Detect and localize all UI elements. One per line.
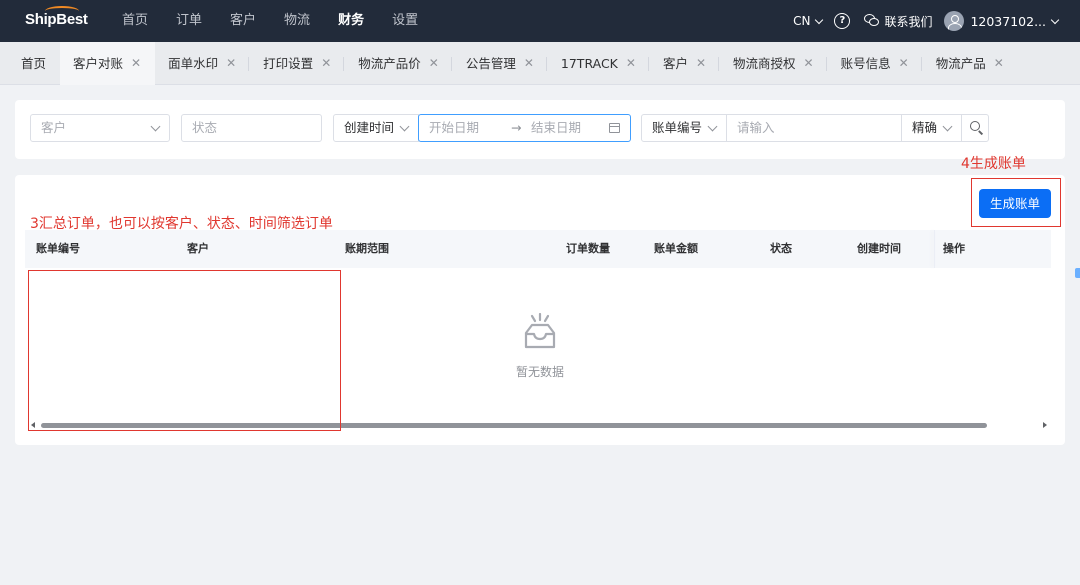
close-icon[interactable]: ✕ bbox=[899, 42, 909, 85]
tab-home[interactable]: 首页 bbox=[8, 42, 60, 85]
close-icon[interactable]: ✕ bbox=[429, 42, 439, 85]
tab-17track[interactable]: 17TRACK ✕ bbox=[548, 42, 650, 85]
annotation-step4-box bbox=[971, 178, 1061, 227]
column-header-customer[interactable]: 客户 bbox=[187, 230, 209, 268]
close-icon[interactable]: ✕ bbox=[626, 42, 636, 85]
chevron-down-icon bbox=[815, 15, 824, 24]
help-icon[interactable]: ? bbox=[834, 13, 851, 29]
close-icon[interactable]: ✕ bbox=[804, 42, 814, 85]
tab-customer-reconciliation[interactable]: 客户对账 ✕ bbox=[60, 42, 156, 85]
menu-item-home[interactable]: 首页 bbox=[122, 0, 148, 42]
search-icon bbox=[970, 121, 980, 131]
scroll-right-icon[interactable] bbox=[1043, 422, 1047, 428]
tabs-bar: 首页 客户对账 ✕ 面单水印 ✕ 打印设置 ✕ 物流产品价 ✕ 公告管理 ✕ 17TRAC… bbox=[0, 42, 1080, 85]
close-icon[interactable]: ✕ bbox=[524, 42, 534, 85]
tab-label: 打印设置 bbox=[263, 56, 314, 71]
tab-label: 17TRACK bbox=[560, 56, 618, 71]
tab-label: 首页 bbox=[21, 56, 47, 71]
user-menu[interactable]: 12037102... bbox=[944, 11, 1060, 31]
username: 12037102... bbox=[970, 13, 1046, 29]
fixed-column-divider bbox=[934, 230, 935, 268]
filter-panel: 客户 状态 创建时间 开始日期 → 结束日期 账单编号 请输入 精确 bbox=[15, 100, 1065, 159]
column-header-amount[interactable]: 账单金额 bbox=[654, 230, 698, 268]
search-button[interactable] bbox=[961, 114, 989, 142]
chevron-down-icon bbox=[942, 121, 953, 132]
time-type-value: 创建时间 bbox=[344, 120, 395, 135]
field-type-select[interactable]: 账单编号 bbox=[641, 114, 727, 142]
menu-item-logistics[interactable]: 物流 bbox=[284, 0, 310, 42]
column-header-order-count[interactable]: 订单数量 bbox=[566, 230, 610, 268]
column-header-actions[interactable]: 操作 bbox=[943, 230, 965, 268]
close-icon[interactable]: ✕ bbox=[994, 42, 1004, 85]
range-arrow-icon: → bbox=[511, 120, 522, 135]
shipbest-logo[interactable]: ShipBest bbox=[25, 6, 88, 28]
language-label: CN bbox=[793, 14, 811, 28]
menu-item-customers[interactable]: 客户 bbox=[230, 0, 256, 42]
close-icon[interactable]: ✕ bbox=[226, 42, 236, 85]
main-menu: 首页 订单 客户 物流 财务 设置 bbox=[122, 0, 446, 42]
tab-label: 公告管理 bbox=[465, 56, 516, 71]
top-right-tools: CN ? 联系我们 12037102... bbox=[793, 0, 1060, 42]
menu-item-finance[interactable]: 财务 bbox=[338, 0, 364, 42]
empty-state: 暂无数据 bbox=[500, 312, 580, 380]
calendar-icon bbox=[609, 123, 620, 133]
close-icon[interactable]: ✕ bbox=[696, 42, 706, 85]
tab-carrier-authorization[interactable]: 物流商授权 ✕ bbox=[720, 42, 828, 85]
annotation-step3-box bbox=[28, 270, 341, 431]
time-type-select[interactable]: 创建时间 bbox=[333, 114, 419, 142]
language-switcher[interactable]: CN bbox=[793, 14, 824, 28]
end-date-placeholder: 结束日期 bbox=[531, 120, 582, 135]
tab-logistics-product-price[interactable]: 物流产品价 ✕ bbox=[345, 42, 453, 85]
match-mode-select[interactable]: 精确 bbox=[901, 114, 962, 142]
tab-print-settings[interactable]: 打印设置 ✕ bbox=[250, 42, 345, 85]
column-header-status[interactable]: 状态 bbox=[770, 230, 792, 268]
tab-label: 客户 bbox=[662, 56, 688, 71]
tab-label: 物流产品价 bbox=[358, 56, 421, 71]
match-mode-value: 精确 bbox=[912, 120, 938, 135]
menu-item-settings[interactable]: 设置 bbox=[392, 0, 418, 42]
column-header-period[interactable]: 账期范围 bbox=[345, 230, 389, 268]
close-icon[interactable]: ✕ bbox=[321, 42, 331, 85]
top-navbar: ShipBest 首页 订单 客户 物流 财务 设置 CN ? 联系我们 120… bbox=[0, 0, 1080, 42]
chevron-down-icon bbox=[707, 121, 718, 132]
annotation-step3-text: 3汇总订单，也可以按客户、状态、时间筛选订单 bbox=[30, 216, 333, 232]
contact-us-link[interactable]: 联系我们 bbox=[864, 13, 932, 30]
column-header-created-time[interactable]: 创建时间 bbox=[857, 230, 901, 268]
table-header: 账单编号 客户 账期范围 订单数量 账单金额 状态 创建时间 操作 bbox=[25, 230, 1051, 268]
date-range-picker[interactable]: 开始日期 → 结束日期 bbox=[418, 114, 631, 142]
tab-announcements[interactable]: 公告管理 ✕ bbox=[453, 42, 548, 85]
avatar bbox=[944, 11, 965, 31]
start-date-placeholder: 开始日期 bbox=[429, 120, 480, 135]
customer-placeholder: 客户 bbox=[41, 120, 67, 135]
status-placeholder: 状态 bbox=[192, 120, 218, 135]
chevron-down-icon bbox=[399, 121, 410, 132]
annotation-step4-text: 4生成账单 bbox=[961, 156, 1026, 172]
tab-account-info[interactable]: 账号信息 ✕ bbox=[828, 42, 923, 85]
keyword-placeholder: 请输入 bbox=[737, 120, 775, 135]
chevron-down-icon bbox=[1050, 15, 1060, 24]
tab-label: 面单水印 bbox=[168, 56, 219, 71]
empty-inbox-icon bbox=[524, 312, 556, 349]
close-icon[interactable]: ✕ bbox=[131, 42, 141, 85]
column-header-bill-no[interactable]: 账单编号 bbox=[36, 230, 80, 268]
empty-state-text: 暂无数据 bbox=[515, 365, 564, 379]
customer-select[interactable]: 客户 bbox=[30, 114, 170, 142]
chevron-down-icon bbox=[150, 121, 161, 132]
tab-label-watermark[interactable]: 面单水印 ✕ bbox=[155, 42, 250, 85]
logo-arc-icon bbox=[45, 6, 79, 16]
side-scroll-indicator bbox=[1075, 268, 1080, 278]
contact-us-label: 联系我们 bbox=[884, 14, 933, 29]
menu-item-orders[interactable]: 订单 bbox=[176, 0, 202, 42]
tab-label: 物流商授权 bbox=[733, 56, 796, 71]
wechat-icon bbox=[864, 14, 880, 28]
field-type-value: 账单编号 bbox=[652, 120, 703, 135]
tab-label: 账号信息 bbox=[840, 56, 891, 71]
tab-label: 客户对账 bbox=[73, 56, 124, 71]
status-input[interactable]: 状态 bbox=[181, 114, 322, 142]
tab-label: 物流产品 bbox=[935, 56, 986, 71]
tab-customers[interactable]: 客户 ✕ bbox=[650, 42, 720, 85]
keyword-input[interactable]: 请输入 bbox=[726, 114, 902, 142]
tab-logistics-products[interactable]: 物流产品 ✕ bbox=[923, 42, 1018, 85]
